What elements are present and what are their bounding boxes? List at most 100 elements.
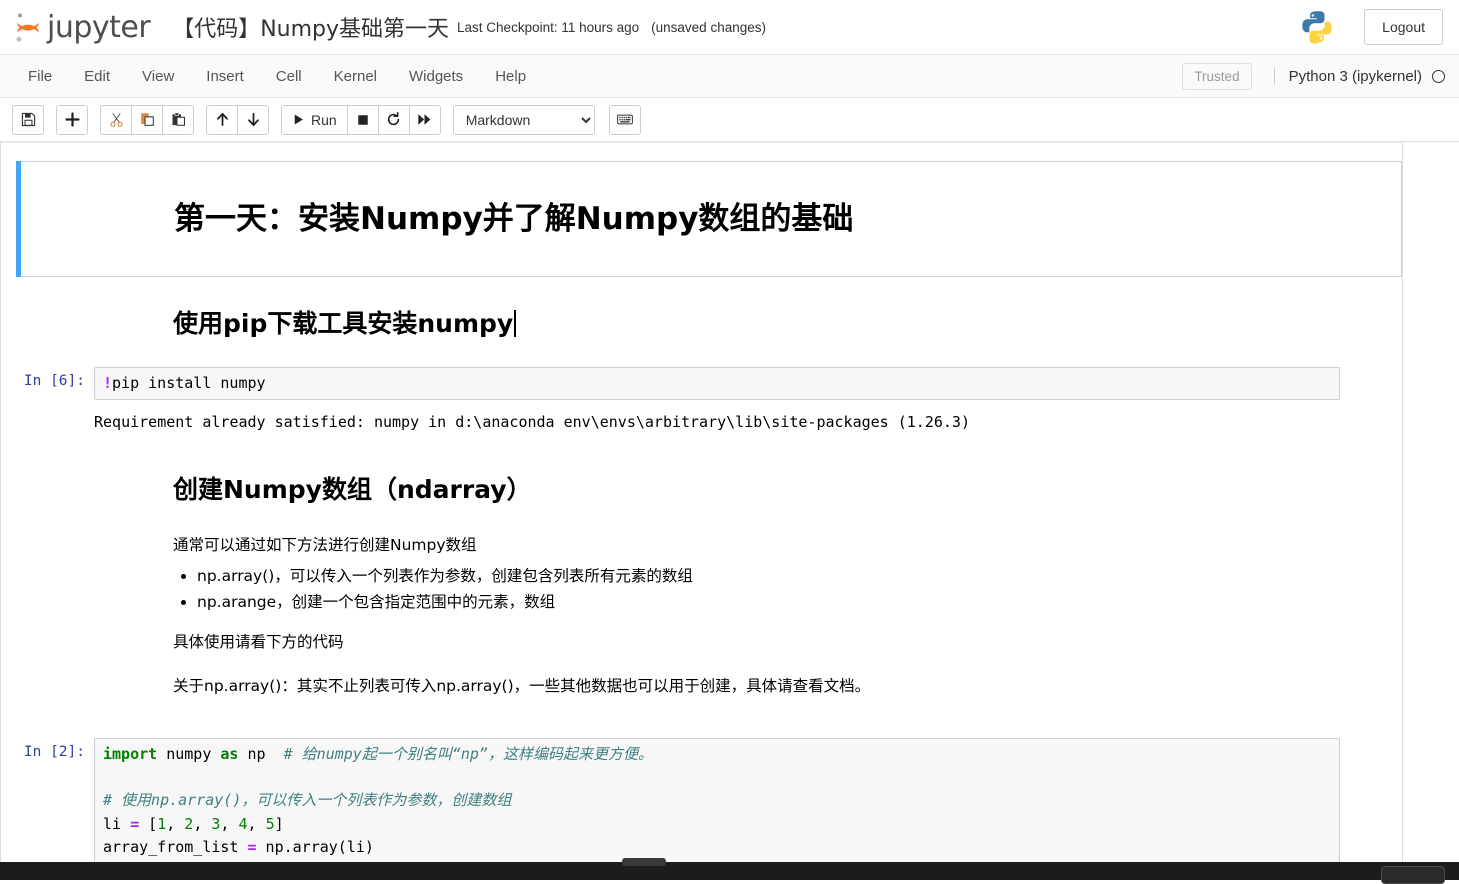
scissors-icon <box>109 112 124 127</box>
cell-prompt <box>1 472 94 698</box>
toolbar-group-run: Run <box>281 104 441 135</box>
floppy-save-icon <box>21 112 36 127</box>
copy-button[interactable] <box>131 104 163 135</box>
python-logo-icon <box>1298 8 1336 46</box>
menu-bar: File Edit View Insert Cell Kernel Widget… <box>0 55 1459 98</box>
toolbar-group-insert <box>56 104 88 135</box>
list-close: ] <box>274 814 284 833</box>
assign-operator: = <box>130 814 140 833</box>
cell-type-select[interactable]: Markdown <box>452 104 595 135</box>
keyword-import: import <box>103 744 158 763</box>
copy-icon <box>140 112 155 127</box>
toolbar-group-clipboard <box>100 104 194 135</box>
var-array-from-list: array_from_list <box>103 837 248 856</box>
cell-gap <box>1 346 1402 362</box>
cell-prompt-in-6: In [6]: <box>23 372 85 389</box>
cell-gap <box>1 437 1402 467</box>
comment-alias: # 给numpy起一个别名叫“np”，这样编码起来更方便。 <box>283 744 653 763</box>
menu-item-widgets[interactable]: Widgets <box>393 62 479 91</box>
menu-item-view[interactable]: View <box>126 62 190 91</box>
play-icon <box>292 113 305 126</box>
markdown-cell-ndarray[interactable]: 创建Numpy数组（ndarray） 通常可以通过如下方法进行创建Numpy数组… <box>1 467 1402 703</box>
restart-kernel-button[interactable] <box>377 104 410 135</box>
menu-item-cell[interactable]: Cell <box>260 62 318 91</box>
insert-cell-below-button[interactable] <box>56 104 88 135</box>
code-cell-pip-install[interactable]: In [6]: !pip install numpy <box>1 362 1402 405</box>
taskbar-pill <box>1381 866 1445 884</box>
taskbar-handle <box>622 858 666 866</box>
notebook-scroll-area[interactable]: 第一天：安装Numpy并了解Numpy数组的基础 使用pip下载工具安装nump… <box>0 142 1459 880</box>
assign-operator: = <box>247 837 257 856</box>
cell-prompt-in-2: In [2]: <box>23 743 85 760</box>
stop-square-icon <box>356 113 370 127</box>
save-button[interactable] <box>12 104 44 135</box>
notebook-header: jupyter 【代码】Numpy基础第一天 Last Checkpoint: … <box>0 0 1459 55</box>
paste-icon <box>171 112 186 127</box>
markdown-cell-title[interactable]: 第一天：安装Numpy并了解Numpy数组的基础 <box>16 161 1402 277</box>
jupyter-brand[interactable]: jupyter <box>14 9 151 45</box>
restart-circle-icon <box>386 112 401 127</box>
command-palette-button[interactable] <box>608 104 641 135</box>
markdown-rendered-body: 创建Numpy数组（ndarray） 通常可以通过如下方法进行创建Numpy数组… <box>94 472 1396 698</box>
keyboard-icon <box>616 113 633 126</box>
os-taskbar <box>0 858 1459 884</box>
jupyter-logo-text: jupyter <box>47 9 151 45</box>
output-prompt <box>1 407 94 435</box>
number-4: 4 <box>238 814 248 833</box>
cut-button[interactable] <box>100 104 132 135</box>
section-heading-ndarray: 创建Numpy数组（ndarray） <box>173 475 532 505</box>
number-5: 5 <box>265 814 275 833</box>
page-title: 第一天：安装Numpy并了解Numpy数组的基础 <box>174 201 854 237</box>
fast-forward-icon <box>417 112 432 127</box>
code-editor[interactable]: !pip install numpy <box>94 366 1340 401</box>
section-heading-pip: 使用pip下载工具安装numpy <box>173 306 1386 341</box>
logout-button[interactable]: Logout <box>1364 9 1443 45</box>
cell-selection-bar <box>16 161 21 277</box>
code-source: import numpy as np # 给numpy起一个别名叫“np”，这样… <box>103 743 1333 880</box>
markdown-rendered-body: 使用pip下载工具安装numpy <box>94 306 1396 341</box>
menu-item-help[interactable]: Help <box>479 62 542 91</box>
move-cell-up-button[interactable] <box>206 104 238 135</box>
move-cell-down-button[interactable] <box>237 104 269 135</box>
markdown-cell-pip-heading[interactable]: 使用pip下载工具安装numpy <box>1 301 1402 346</box>
cell-prompt <box>1 306 94 341</box>
code-source: !pip install numpy <box>103 372 1333 395</box>
list-open: [ <box>139 814 158 833</box>
comma: , <box>247 814 266 833</box>
cell-gap <box>1 277 1402 301</box>
plus-icon <box>64 112 80 127</box>
method-list: np.array()，可以传入一个列表作为参数，创建包含列表所有元素的数组 np… <box>173 563 1386 616</box>
number-1: 1 <box>157 814 167 833</box>
paragraph-intro: 通常可以通过如下方法进行创建Numpy数组 <box>173 536 477 555</box>
alias-name: np <box>238 744 284 763</box>
unsaved-changes-status: (unsaved changes) <box>651 19 766 35</box>
keyword-as: as <box>220 744 239 763</box>
code-source-text: pip install numpy <box>112 373 266 392</box>
kernel-idle-circle-icon <box>1432 69 1445 83</box>
kernel-status[interactable]: Python 3 (ipykernel) <box>1273 67 1445 85</box>
menu-item-kernel[interactable]: Kernel <box>318 62 393 91</box>
paste-button[interactable] <box>162 104 194 135</box>
menu-item-insert[interactable]: Insert <box>190 62 260 91</box>
paragraph-see-code: 具体使用请看下方的代码 <box>173 632 344 651</box>
code-cell-import-numpy[interactable]: In [2]: import numpy as np # 给numpy起一个别名… <box>1 733 1402 880</box>
notebook-cell-list: 第一天：安装Numpy并了解Numpy数组的基础 使用pip下载工具安装nump… <box>1 143 1402 880</box>
comma: , <box>220 814 239 833</box>
menu-item-edit[interactable]: Edit <box>68 62 126 91</box>
list-item: np.arange，创建一个包含指定范围中的元素，数组 <box>197 589 1386 615</box>
kernel-name-label: Python 3 (ipykernel) <box>1288 67 1422 85</box>
trusted-badge[interactable]: Trusted <box>1182 62 1252 90</box>
notebook-title[interactable]: 【代码】Numpy基础第一天 <box>172 11 449 43</box>
menu-item-file[interactable]: File <box>12 62 68 91</box>
toolbar-group-save <box>12 104 44 135</box>
run-button[interactable]: Run <box>281 104 348 135</box>
code-editor[interactable]: import numpy as np # 给numpy起一个别名叫“np”，这样… <box>94 737 1340 880</box>
arrow-up-icon <box>215 112 230 127</box>
comma: , <box>193 814 212 833</box>
toolbar-group-move <box>206 104 269 135</box>
restart-and-run-all-button[interactable] <box>408 104 441 135</box>
shell-escape-token: ! <box>103 373 113 392</box>
number-2: 2 <box>184 814 194 833</box>
interrupt-kernel-button[interactable] <box>346 104 379 135</box>
list-item: np.array()，可以传入一个列表作为参数，创建包含列表所有元素的数组 <box>197 563 1386 589</box>
